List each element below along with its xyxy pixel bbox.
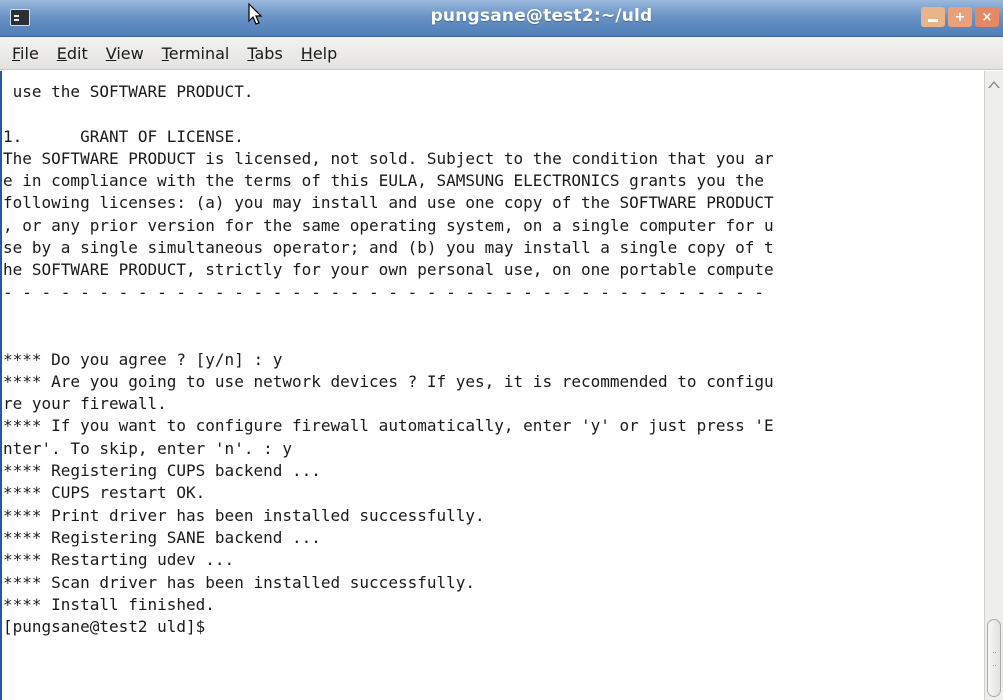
menu-mnemonic: T [161,43,169,63]
scrollbar-thumb[interactable] [987,619,1001,697]
terminal-line: **** CUPS restart OK. [3,483,206,503]
menu-label-rest: elp [312,43,338,63]
scroll-up-arrow-icon[interactable] [988,81,1000,88]
menu-label-rest: iew [116,43,144,63]
close-icon: × [981,9,993,25]
minimize-button[interactable] [921,7,945,27]
menu-help[interactable]: Help [292,37,346,70]
terminal-line: nter'. To skip, enter 'n'. : y [3,438,292,458]
menu-bar: File Edit View Terminal Tabs Help [0,37,1003,70]
terminal-line: **** Do you agree ? [y/n] : y [3,349,283,369]
menu-mnemonic: E [56,43,67,63]
menu-mnemonic: H [300,43,313,63]
terminal-line: **** Registering CUPS backend ... [3,461,321,481]
terminal-line: e in compliance with the terms of this E… [3,171,764,191]
terminal-line: se by a single simultaneous operator; an… [3,238,774,258]
terminal-line: , or any prior version for the same oper… [3,215,774,235]
terminal-line: **** Are you going to use network device… [3,371,774,391]
terminal-line: **** Scan driver has been installed succ… [3,572,476,592]
terminal-line: **** If you want to configure firewall a… [3,416,774,436]
terminal-line: **** Registering SANE backend ... [3,527,321,547]
terminal-text[interactable]: use the SOFTWARE PRODUCT. 1. GRANT OF LIC… [3,81,774,638]
terminal-line: 1. GRANT OF LICENSE. [3,126,244,146]
terminal-line: use the SOFTWARE PRODUCT. [3,82,254,101]
terminal-line: [pungsane@test2 uld]$ [3,617,215,637]
close-button[interactable]: × [975,7,999,27]
terminal-line: following licenses: (a) you may install … [3,193,774,213]
window-controls: + × [921,7,999,27]
menu-label-rest: dit [66,43,88,63]
mouse-pointer-icon [248,3,263,25]
terminal-output-area[interactable]: use the SOFTWARE PRODUCT. 1. GRANT OF LIC… [0,71,984,700]
menu-label-rest: erminal [168,43,230,63]
window-title: pungsane@test2:~/uld [430,6,653,26]
menu-tabs[interactable]: Tabs [238,37,291,70]
vertical-scrollbar[interactable] [984,71,1003,700]
terminal-line: he SOFTWARE PRODUCT, strictly for your o… [3,260,774,280]
menu-mnemonic: V [105,43,117,63]
menu-file[interactable]: File [3,37,48,70]
terminal-window: pungsane@test2:~/uld + × File Edit View … [0,0,1003,700]
terminal-line: **** Print driver has been installed suc… [3,505,485,525]
menu-edit[interactable]: Edit [48,37,97,70]
terminal-line: re your firewall. [3,394,167,414]
maximize-button[interactable]: + [948,7,972,27]
terminal-line: - - - - - - - - - - - - - - - - - - - - … [3,282,764,302]
terminal-line: The SOFTWARE PRODUCT is licensed, not so… [3,148,774,168]
menu-view[interactable]: View [97,37,153,70]
maximize-icon: + [954,9,966,25]
menu-terminal[interactable]: Terminal [153,37,239,70]
title-bar[interactable]: pungsane@test2:~/uld + × [0,0,1003,37]
terminal-line: **** Restarting udev ... [3,550,235,570]
menu-mnemonic: F [12,43,21,63]
menu-label-rest: ile [20,43,39,63]
terminal-line: **** Install finished. [3,594,215,614]
minimize-icon [928,18,938,22]
menu-label-rest: abs [254,43,283,63]
